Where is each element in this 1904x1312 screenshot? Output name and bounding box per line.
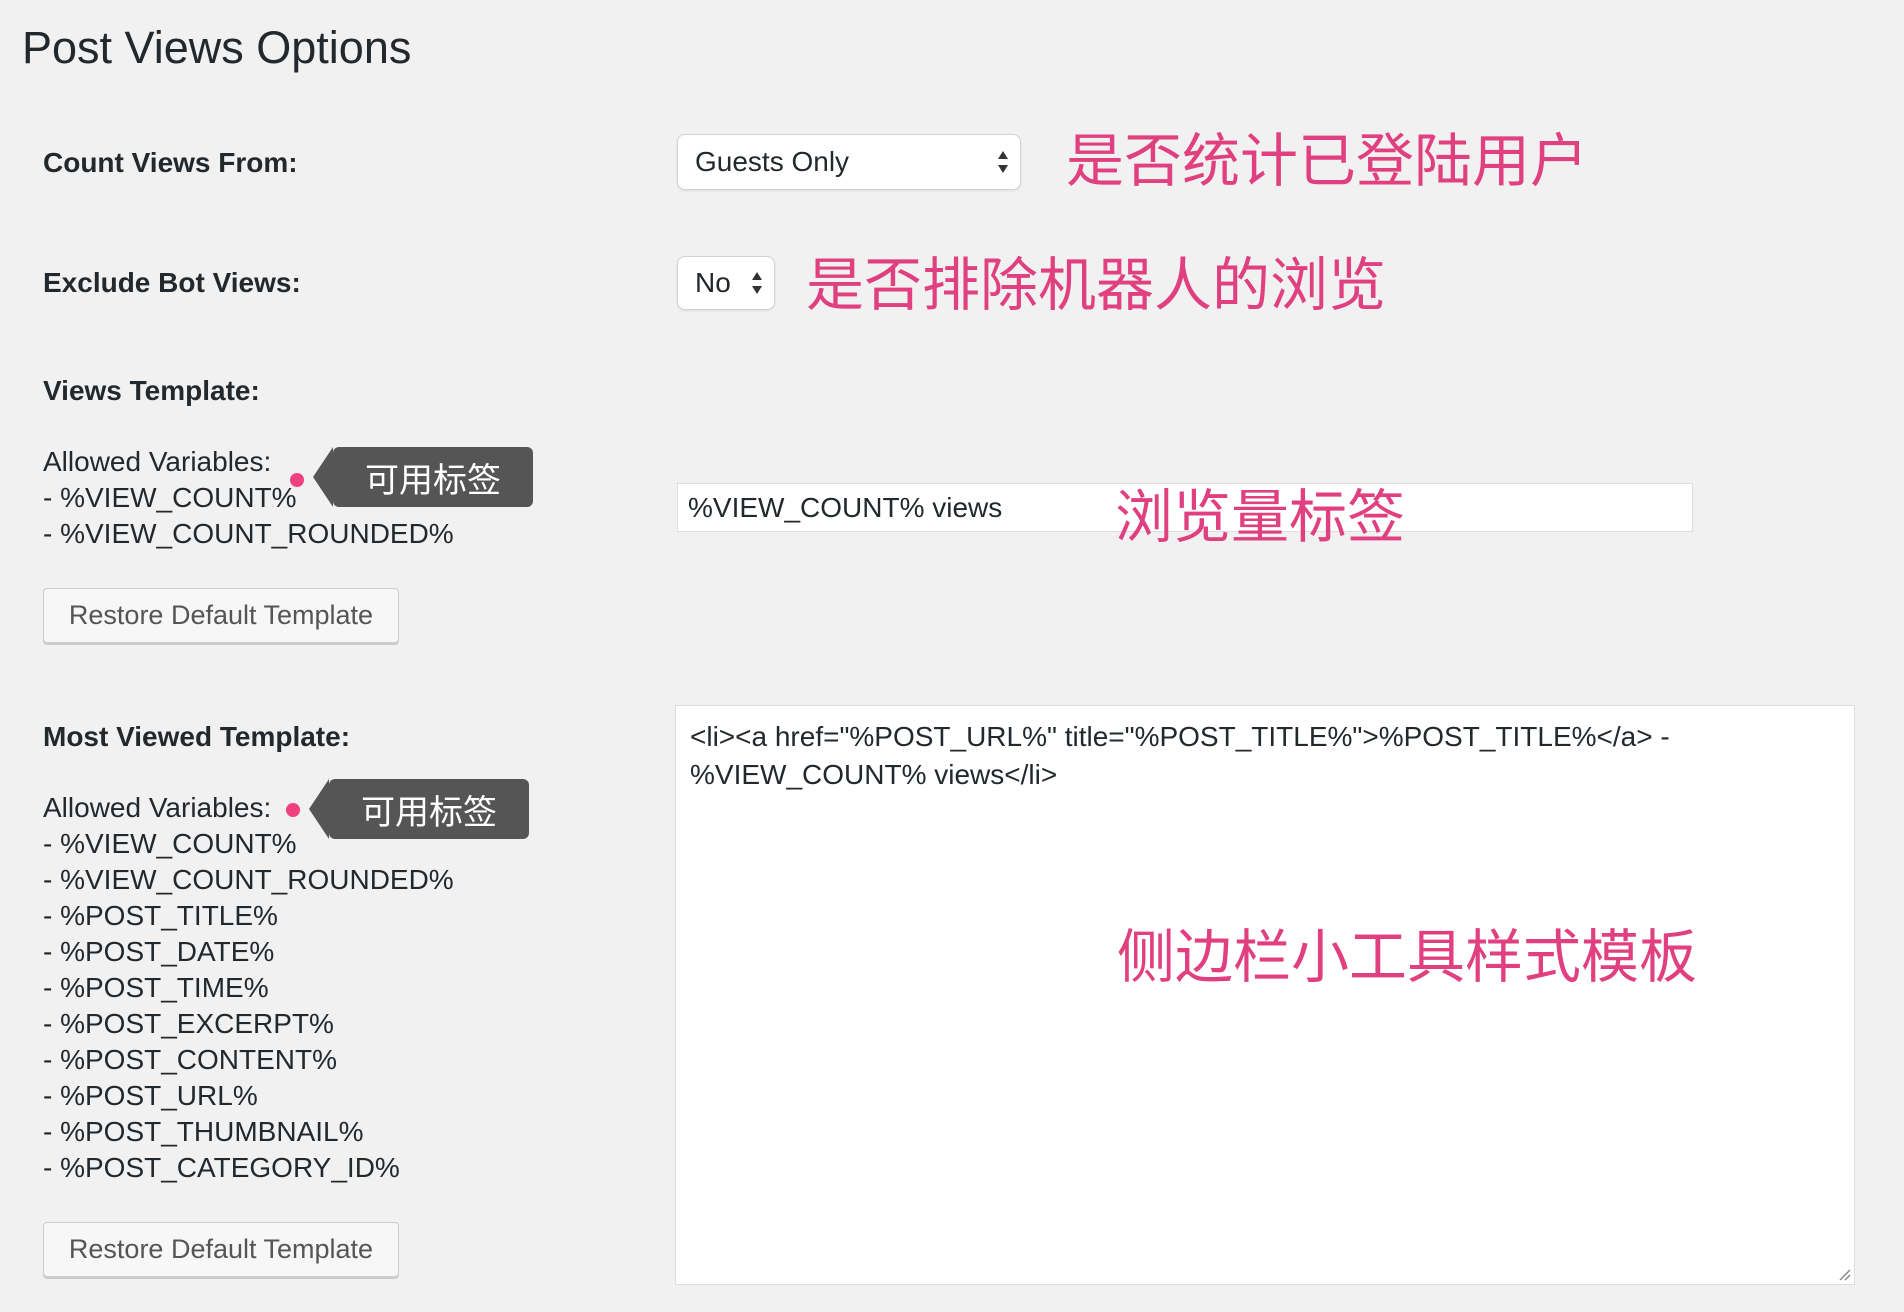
most-viewed-variable-item: - %VIEW_COUNT% <box>43 828 297 859</box>
most-viewed-variable-item: - %POST_TIME% <box>43 972 269 1003</box>
exclude-bot-select[interactable]: No <box>677 256 775 310</box>
annotation-most-viewed: 侧边栏小工具样式模板 <box>1117 925 1698 990</box>
annotation-count-views: 是否统计已登陆用户 <box>1066 129 1589 194</box>
most-viewed-variable-item: - %POST_THUMBNAIL% <box>43 1116 364 1147</box>
most-viewed-variables-list: - %VIEW_COUNT% - %VIEW_COUNT_ROUNDED% - … <box>43 826 454 1186</box>
exclude-bot-label: Exclude Bot Views: <box>43 267 301 298</box>
most-viewed-variable-item: - %POST_TITLE% <box>43 900 278 931</box>
annotation-exclude-bot: 是否排除机器人的浏览 <box>806 253 1387 318</box>
textarea-line: %VIEW_COUNT% views</li> <box>690 759 1058 790</box>
views-variable-item: - %VIEW_COUNT_ROUNDED% <box>43 518 454 549</box>
most-viewed-variable-item: - %POST_DATE% <box>43 936 275 967</box>
restore-default-template-button[interactable]: Restore Default Template <box>43 1222 399 1277</box>
most-viewed-template-label: Most Viewed Template: <box>43 721 351 752</box>
most-viewed-template-textarea[interactable]: <li><a href="%POST_URL%" title="%POST_TI… <box>675 705 1855 1285</box>
exclude-bot-selected: No <box>695 267 731 298</box>
select-arrows-icon <box>998 151 1008 173</box>
views-allowed-variables-label: Allowed Variables: <box>43 446 272 477</box>
most-viewed-variable-item: - %POST_CONTENT% <box>43 1044 338 1075</box>
most-viewed-variable-item: - %POST_CATEGORY_ID% <box>43 1152 400 1183</box>
restore-default-template-button[interactable]: Restore Default Template <box>43 588 399 643</box>
select-arrows-icon <box>752 272 762 294</box>
count-views-select[interactable]: Guests Only <box>677 134 1021 190</box>
most-viewed-variable-item: - %POST_EXCERPT% <box>43 1008 334 1039</box>
annotation-dot <box>286 803 300 817</box>
count-views-label: Count Views From: <box>43 147 298 178</box>
annotation-views-template: 浏览量标签 <box>1115 485 1406 550</box>
count-views-selected: Guests Only <box>695 146 850 177</box>
annotation-tag-views: 可用标签 <box>333 447 533 507</box>
annotation-dot <box>290 473 304 487</box>
views-variable-item: - %VIEW_COUNT% <box>43 482 297 513</box>
views-template-label: Views Template: <box>43 375 260 406</box>
textarea-line: <li><a href="%POST_URL%" title="%POST_TI… <box>690 721 1670 752</box>
page-title: Post Views Options <box>22 22 412 73</box>
resize-handle-icon[interactable] <box>1837 1267 1851 1281</box>
most-viewed-variable-item: - %VIEW_COUNT_ROUNDED% <box>43 864 454 895</box>
most-viewed-variable-item: - %POST_URL% <box>43 1080 258 1111</box>
most-viewed-allowed-variables-label: Allowed Variables: <box>43 792 272 823</box>
